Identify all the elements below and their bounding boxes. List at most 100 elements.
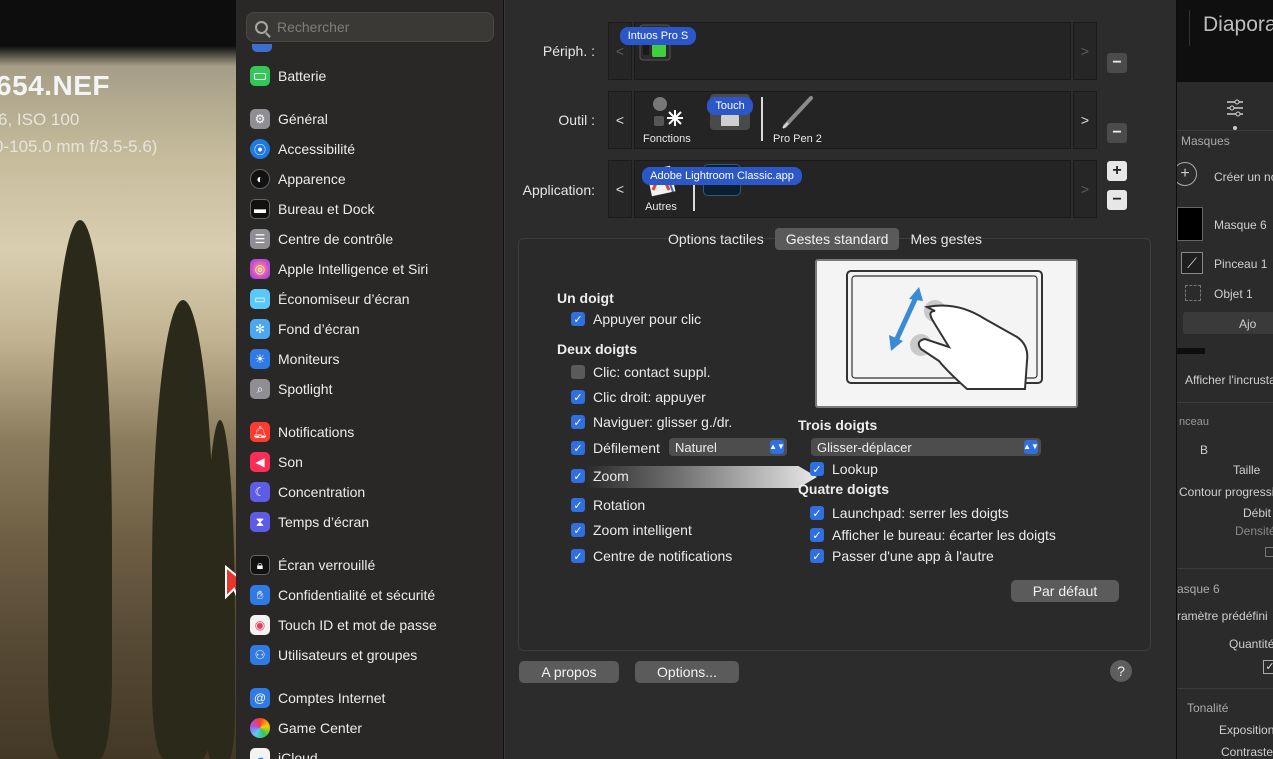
sidebar-item-bureau-dock[interactable]: ▬ Bureau et Dock (250, 196, 375, 222)
sidebar-item-son[interactable]: ◀ Son (250, 449, 303, 475)
add-button[interactable] (1183, 312, 1273, 334)
privacy-hand-icon: ✋︎ (250, 585, 270, 605)
select-chevrons-icon: ▲▼ (769, 440, 785, 454)
add-app-button[interactable]: + (1107, 161, 1127, 181)
sidebar-item-general[interactable]: ⚙ Général (250, 106, 328, 132)
sidebar-item-temps-ecran[interactable]: ⧗ Temps d’écran (250, 509, 369, 535)
checkbox-appuyer-clic[interactable]: ✓ Appuyer pour clic (571, 311, 701, 327)
checkmark-icon: ✓ (810, 528, 824, 542)
brush-item[interactable]: Pinceau 1 (1214, 257, 1267, 271)
sidebar-item-notifications[interactable]: 🔔︎ Notifications (250, 419, 354, 445)
checkbox-defilement[interactable]: ✓ Défilement (571, 440, 660, 456)
sidebar-item-siri[interactable]: ◎ Apple Intelligence et Siri (250, 256, 428, 282)
amount-checkbox[interactable]: ✓ (1263, 660, 1273, 674)
sidebar-item-batterie[interactable]: Batterie (250, 63, 326, 89)
appearance-icon: ◐ (250, 169, 270, 189)
default-button[interactable]: Par défaut (1011, 580, 1119, 602)
object-item[interactable]: Objet 1 (1214, 287, 1253, 301)
mask6-item[interactable]: Masque 6 (1214, 218, 1267, 232)
remove-tool-button[interactable]: − (1107, 123, 1127, 143)
show-overlay-label[interactable]: Afficher l'incrusta (1185, 373, 1273, 387)
tool-tile-touch[interactable]: Touch (707, 94, 753, 130)
sidebar-item-label: Général (278, 111, 328, 127)
checkbox-launchpad[interactable]: ✓ Launchpad: serrer les doigts (810, 505, 1009, 521)
checkbox-rotation[interactable]: ✓ Rotation (571, 497, 645, 513)
module-diaporama[interactable]: Diapora (1203, 13, 1273, 37)
checkbox-lookup[interactable]: ✓ Lookup (810, 461, 878, 477)
tab-options-tactiles[interactable]: Options tactiles (657, 228, 775, 250)
checkbox-label: Rotation (593, 497, 646, 513)
tool-tile-fonctions[interactable]: Fonctions (643, 94, 691, 145)
create-mask-plus-icon[interactable]: + (1177, 162, 1197, 186)
options-button[interactable]: Options... (635, 661, 739, 683)
cypress-tree (48, 220, 112, 759)
sound-icon: ◀ (250, 452, 270, 472)
one-finger-header: Un doigt (557, 290, 614, 306)
accessibility-icon: ⦿ (250, 139, 270, 159)
sidebar-item-comptes-internet[interactable]: @ Comptes Internet (250, 685, 385, 711)
checkmark-icon: ✓ (571, 390, 585, 404)
scroll-direction-select[interactable]: Naturel ▲▼ (669, 438, 787, 456)
checkbox-label: Centre de notifications (593, 548, 733, 564)
wallpaper-icon: ✻ (250, 319, 270, 339)
checkbox-passer-app[interactable]: ✓ Passer d'une app à l'autre (810, 548, 994, 564)
displays-icon: ☀ (250, 349, 270, 369)
sidebar-item-game-center[interactable]: Game Center (250, 715, 362, 741)
peripherals-next-arrow[interactable]: > (1073, 22, 1097, 80)
checkmark-icon: ✓ (810, 506, 824, 520)
search-icon (255, 20, 268, 34)
sidebar-item-utilisateurs[interactable]: ⚇ Utilisateurs et groupes (250, 642, 417, 668)
checkbox-small[interactable] (1265, 547, 1273, 557)
sidebar-item-ecran-verrouille[interactable]: 🔒︎ Écran verrouillé (250, 552, 375, 578)
help-button[interactable]: ? (1110, 660, 1132, 682)
tool-tile-pen[interactable]: Pro Pen 2 (773, 94, 822, 145)
create-mask-button[interactable]: Créer un no (1214, 170, 1273, 184)
checkbox-clic-contact[interactable]: ✓ Clic: contact suppl. (571, 364, 711, 380)
checkbox-zoom-intelligent[interactable]: ✓ Zoom intelligent (571, 522, 692, 538)
tab-mes-gestes[interactable]: Mes gestes (899, 228, 993, 250)
sidebar-item-confidentialite[interactable]: ✋︎ Confidentialité et sécurité (250, 582, 435, 608)
game-center-icon (250, 718, 270, 738)
sidebar-item-fond-ecran[interactable]: ✻ Fond d’écran (250, 316, 360, 342)
sidebar-item-label: Spotlight (278, 381, 333, 397)
sidebar-item-accessibilite[interactable]: ⦿ Accessibilité (250, 136, 355, 162)
checkbox-zoom[interactable]: ✓ Zoom (571, 468, 629, 484)
remove-device-button[interactable]: − (1107, 53, 1127, 73)
checkmark-icon: ✓ (571, 469, 585, 483)
sidebar-item-concentration[interactable]: ☾ Concentration (250, 479, 365, 505)
control-center-icon: ☰ (250, 229, 270, 249)
sliders-icon[interactable] (1225, 98, 1245, 118)
checkbox-label: Zoom intelligent (593, 522, 692, 538)
three-finger-select[interactable]: Glisser-déplacer ▲▼ (811, 438, 1041, 456)
app-prev-arrow[interactable]: < (608, 160, 632, 218)
remove-app-button[interactable]: − (1107, 190, 1127, 210)
sidebar-item-label: Centre de contrôle (278, 231, 394, 247)
brush-b-label[interactable]: B (1200, 443, 1208, 457)
screensaver-icon: ▭ (250, 289, 270, 309)
about-button[interactable]: A propos (519, 661, 619, 683)
siri-icon: ◎ (250, 259, 270, 279)
sidebar-item-moniteurs[interactable]: ☀ Moniteurs (250, 346, 339, 372)
sidebar-item-economiseur[interactable]: ▭ Économiseur d’écran (250, 286, 410, 312)
notifications-icon: 🔔︎ (250, 422, 270, 442)
tool-prev-arrow[interactable]: < (608, 91, 632, 149)
select-chevrons-icon: ▲▼ (1023, 440, 1039, 454)
checkbox-clic-droit[interactable]: ✓ Clic droit: appuyer (571, 389, 706, 405)
search-field[interactable]: Rechercher (246, 12, 494, 42)
checkbox-afficher-bureau[interactable]: ✓ Afficher le bureau: écarter les doigts (810, 527, 1056, 543)
sidebar-item-touch-id[interactable]: ◉ Touch ID et mot de passe (250, 612, 437, 638)
sidebar-item-spotlight[interactable]: ⌕ Spotlight (250, 376, 332, 402)
app-next-arrow[interactable]: > (1073, 160, 1097, 218)
sidebar-item-centre-controle[interactable]: ☰ Centre de contrôle (250, 226, 393, 252)
sidebar-item-apparence[interactable]: ◐ Apparence (250, 166, 346, 192)
checkbox-naviguer[interactable]: ✓ Naviguer: glisser g./dr. (571, 414, 732, 430)
checkbox-centre-notifications[interactable]: ✓ Centre de notifications (571, 548, 732, 564)
app-tile-lightroom[interactable]: LrC Adobe Lightroom Classic.app (642, 164, 802, 196)
tool-label: Outil : (558, 112, 595, 128)
sidebar-item-icloud[interactable]: ☁ iCloud (250, 745, 318, 759)
checkmark-icon: ✓ (571, 312, 585, 326)
tab-gestes-standard[interactable]: Gestes standard (774, 228, 900, 250)
tool-next-arrow[interactable]: > (1073, 91, 1097, 149)
app-label-lightroom: Adobe Lightroom Classic.app (642, 167, 802, 185)
device-tile-intuos[interactable]: Intuos Pro S (619, 24, 697, 62)
